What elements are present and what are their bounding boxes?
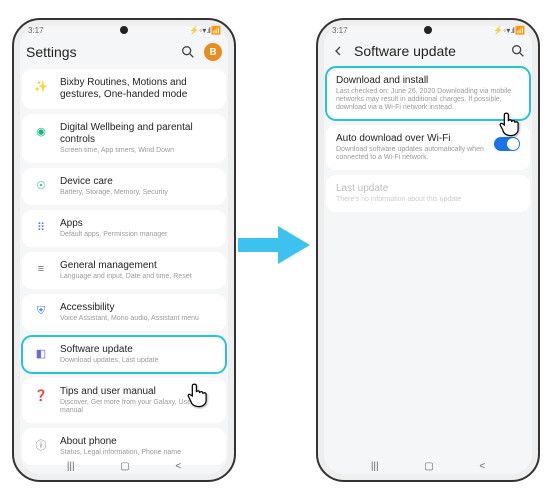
item-subtitle: Battery, Storage, Memory, Security <box>60 189 216 197</box>
navigation-bar: ||| ▢ < <box>14 457 234 476</box>
category-icon: ⛨ <box>32 302 50 320</box>
category-icon: ☉ <box>32 176 50 194</box>
item-subtitle: There's no information about this update <box>336 196 520 204</box>
account-avatar[interactable]: B <box>204 43 222 61</box>
navigation-bar: ||| ▢ < <box>318 457 538 476</box>
item-title: Software update <box>60 344 216 356</box>
phone-software-update: 3:17 ⚡ ◦ ▾ .ıl 📶 Software update Downloa… <box>316 18 540 482</box>
update-options-list: Download and installLast checked on: Jun… <box>318 67 538 220</box>
home-button[interactable]: ▢ <box>424 461 433 472</box>
item-subtitle: Discover, Get more from your Galaxy, Use… <box>60 399 216 415</box>
settings-list: ✨ Bixby Routines, Motions and gestures, O… <box>14 69 234 473</box>
status-icons: ⚡ ◦ ▾ .ıl 📶 <box>189 26 220 35</box>
item-title: Auto download over Wi-Fi <box>336 133 484 145</box>
item-title: Bixby Routines, Motions and gestures, On… <box>60 77 216 101</box>
item-title: Digital Wellbeing and parental controls <box>60 122 216 146</box>
update-item-auto-download-over-wi-fi[interactable]: Auto download over Wi-FiDownload softwar… <box>326 125 530 170</box>
item-title: Apps <box>60 218 216 230</box>
item-title: Device care <box>60 176 216 188</box>
item-title: About phone <box>60 436 216 448</box>
update-item-download-and-install[interactable]: Download and installLast checked on: Jun… <box>326 67 530 120</box>
settings-item-apps[interactable]: ⠿ AppsDefault apps, Permission manager <box>22 210 226 247</box>
back-button[interactable]: < <box>479 461 485 472</box>
status-bar: 3:17 ⚡ ◦ ▾ .ıl 📶 <box>318 20 538 37</box>
category-icon: ≡ <box>32 260 50 278</box>
category-icon: ❓ <box>32 386 50 404</box>
settings-item-bixby-routines-motions-a[interactable]: ✨ Bixby Routines, Motions and gestures, O… <box>22 69 226 109</box>
recents-button[interactable]: ||| <box>67 461 75 472</box>
category-icon: ⓘ <box>32 436 50 454</box>
status-icons: ⚡ ◦ ▾ .ıl 📶 <box>493 26 524 35</box>
recents-button[interactable]: ||| <box>371 461 379 472</box>
software-update-header: Software update <box>318 37 538 67</box>
item-title: Last update <box>336 183 520 195</box>
settings-item-digital-wellbeing-and-pa[interactable]: ◉ Digital Wellbeing and parental controls… <box>22 114 226 163</box>
status-bar: 3:17 ⚡ ◦ ▾ .ıl 📶 <box>14 20 234 37</box>
settings-item-device-care[interactable]: ☉ Device careBattery, Storage, Memory, Se… <box>22 168 226 205</box>
flow-arrow-icon <box>238 220 310 270</box>
item-subtitle: Last checked on: June 26, 2020 Downloadi… <box>336 88 520 112</box>
item-subtitle: Screen time, App timers, Wind Down <box>60 147 216 155</box>
page-title: Settings <box>26 44 172 60</box>
home-button[interactable]: ▢ <box>120 461 129 472</box>
page-title: Software update <box>354 43 502 59</box>
back-button[interactable]: < <box>175 461 181 472</box>
back-icon[interactable] <box>330 43 346 59</box>
settings-header: Settings B <box>14 37 234 69</box>
item-title: Accessibility <box>60 302 216 314</box>
status-time: 3:17 <box>332 26 348 35</box>
settings-item-software-update[interactable]: ◧ Software updateDownload updates, Last u… <box>22 336 226 373</box>
settings-item-general-management[interactable]: ≡ General managementLanguage and input, D… <box>22 252 226 289</box>
status-time: 3:17 <box>28 26 44 35</box>
item-subtitle: Download updates, Last update <box>60 357 216 365</box>
category-icon: ⠿ <box>32 218 50 236</box>
category-icon: ◉ <box>32 122 50 140</box>
item-title: General management <box>60 260 216 272</box>
settings-item-tips-and-user-manual[interactable]: ❓ Tips and user manualDiscover, Get more … <box>22 378 226 423</box>
category-icon: ◧ <box>32 344 50 362</box>
search-icon[interactable] <box>510 43 526 59</box>
search-icon[interactable] <box>180 44 196 60</box>
item-subtitle: Voice Assistant, Mono audio, Assistant m… <box>60 315 216 323</box>
item-title: Tips and user manual <box>60 386 216 398</box>
item-subtitle: Default apps, Permission manager <box>60 231 216 239</box>
wifi-auto-toggle[interactable] <box>494 137 520 151</box>
item-subtitle: Download software updates automatically … <box>336 146 484 162</box>
update-item-last-update: Last updateThere's no information about … <box>326 175 530 212</box>
category-icon: ✨ <box>32 77 50 95</box>
settings-item-accessibility[interactable]: ⛨ AccessibilityVoice Assistant, Mono audi… <box>22 294 226 331</box>
item-title: Download and install <box>336 75 520 87</box>
item-subtitle: Language and input, Date and time, Reset <box>60 273 216 281</box>
phone-settings: 3:17 ⚡ ◦ ▾ .ıl 📶 Settings B ✨ Bixby Routi… <box>12 18 236 482</box>
